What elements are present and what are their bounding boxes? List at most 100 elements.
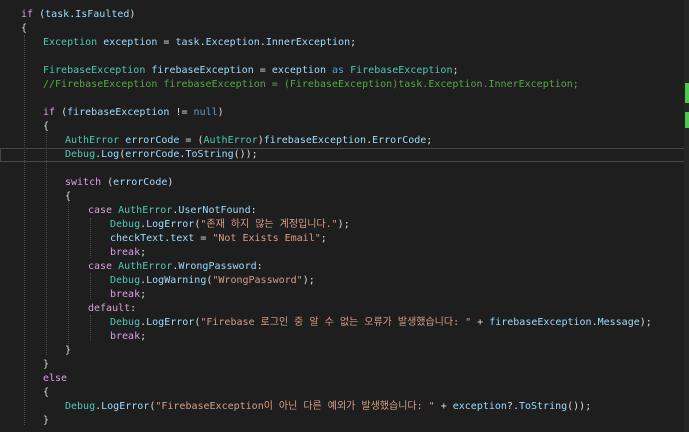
punctuation: = [194,233,213,244]
code-line-1[interactable]: if (task.IsFaulted) [0,8,689,22]
identifier: LogError [146,317,195,328]
punctuation: ); [639,317,652,328]
identifier: exception [452,401,507,412]
code-line-23[interactable]: Debug.LogError("Firebase 로그인 중 알 수 없는 오류… [0,316,689,330]
code-line-18[interactable]: break; [0,246,689,260]
code-line-12[interactable] [0,162,689,176]
minimap-green-marker [685,83,689,103]
code-line-22[interactable]: default: [0,302,689,316]
comment: //FirebaseException firebaseException = … [43,79,579,90]
punctuation: ; [350,37,357,48]
code-line-7[interactable] [0,92,689,106]
punctuation: = ( [179,135,204,146]
string-literal: "FirebaseException이 아닌 다른 예외가 발생했습니다: " [155,401,435,412]
punctuation: ( [101,177,114,188]
punctuation: = [157,37,176,48]
punctuation: ) [217,107,224,118]
punctuation: } [65,345,72,356]
control-keyword: case [88,205,113,216]
punctuation: { [21,23,28,34]
identifier: task [45,9,70,20]
code-line-11-current[interactable]: Debug.Log(errorCode.ToString()); [0,148,689,162]
control-keyword: if [43,107,56,118]
punctuation: = [253,65,272,76]
identifier: Message [597,317,640,328]
punctuation: : [130,303,137,314]
string-literal: "존재 하지 않는 계정입니다." [200,219,338,230]
type-name: Debug [110,219,141,230]
code-line-30[interactable]: } [0,414,689,428]
punctuation: != [169,107,194,118]
code-line-25[interactable]: } [0,344,689,358]
code-line-17[interactable]: checkText.text = "Not Exists Email"; [0,232,689,246]
control-keyword: else [43,373,68,384]
type-name: AuthError [65,135,120,146]
code-line-15[interactable]: case AuthError.UserNotFound: [0,204,689,218]
code-line-27[interactable]: else [0,372,689,386]
punctuation: ) [129,9,136,20]
code-line-24[interactable]: break; [0,330,689,344]
punctuation: ()); [567,401,592,412]
code-line-16[interactable]: Debug.LogError("존재 하지 않는 계정입니다."); [0,218,689,232]
type-name: FirebaseException [43,65,146,76]
identifier: LogError [146,219,195,230]
punctuation: ( [33,9,46,20]
identifier: firebaseException [67,107,170,118]
punctuation: ; [140,247,147,258]
type-name: Exception [43,37,98,48]
punctuation: { [43,387,50,398]
type-name: Debug [110,317,141,328]
code-line-5[interactable]: FirebaseException firebaseException = ex… [0,64,689,78]
punctuation: ; [140,289,147,300]
punctuation: ); [302,275,315,286]
code-line-3[interactable]: Exception exception = task.Exception.Inn… [0,36,689,50]
code-line-20[interactable]: Debug.LogWarning("WrongPassword"); [0,274,689,288]
type-name: AuthError [118,205,173,216]
type-name: AuthError [118,261,173,272]
punctuation: ( [55,107,68,118]
code-line-2[interactable]: { [0,22,689,36]
code-line-14[interactable]: { [0,190,689,204]
type-name: Debug [65,401,96,412]
identifier: errorCode [125,135,180,146]
code-editor[interactable]: if (task.IsFaulted) { Exception exceptio… [0,0,689,432]
control-keyword: break [110,247,141,258]
control-keyword: if [21,9,34,20]
code-line-6[interactable]: //FirebaseException firebaseException = … [0,78,689,92]
code-line-19[interactable]: case AuthError.WrongPassword: [0,260,689,274]
identifier: ToString [518,401,568,412]
string-literal: "WrongPassword" [212,275,303,286]
code-line-13[interactable]: switch (errorCode) [0,176,689,190]
punctuation: } [43,359,50,370]
code-line-8[interactable]: if (firebaseException != null) [0,106,689,120]
identifier: firebaseException [151,65,254,76]
identifier: text [170,233,195,244]
punctuation: + [434,401,453,412]
code-line-29[interactable]: Debug.LogError("FirebaseException이 아닌 다른… [0,400,689,414]
identifier: task [175,37,200,48]
punctuation: ; [452,65,459,76]
punctuation: : [250,205,257,216]
identifier: InnerException [265,37,351,48]
identifier: Exception [205,37,260,48]
code-line-10[interactable]: AuthError errorCode = (AuthError)firebas… [0,134,689,148]
punctuation: ; [426,135,433,146]
identifier: firebaseException [263,135,367,146]
identifier: firebaseException [489,317,592,328]
code-line-26[interactable]: } [0,358,689,372]
string-literal: "Not Exists Email" [212,233,321,244]
string-literal: "Firebase 로그인 중 알 수 없는 오류가 발생했습니다: " [200,317,472,328]
identifier: errorCode [125,149,180,160]
scrollbar-overview[interactable] [684,0,689,432]
type-name: Debug [110,275,141,286]
punctuation: { [65,191,72,202]
identifier: IsFaulted [75,9,130,20]
identifier: exception [103,37,158,48]
punctuation: ?. [506,401,519,412]
identifier: LogWarning [146,275,207,286]
code-line-28[interactable]: { [0,386,689,400]
code-line-9[interactable]: { [0,120,689,134]
punctuation: ()); [233,149,258,160]
code-line-4[interactable] [0,50,689,64]
code-line-21[interactable]: break; [0,288,689,302]
